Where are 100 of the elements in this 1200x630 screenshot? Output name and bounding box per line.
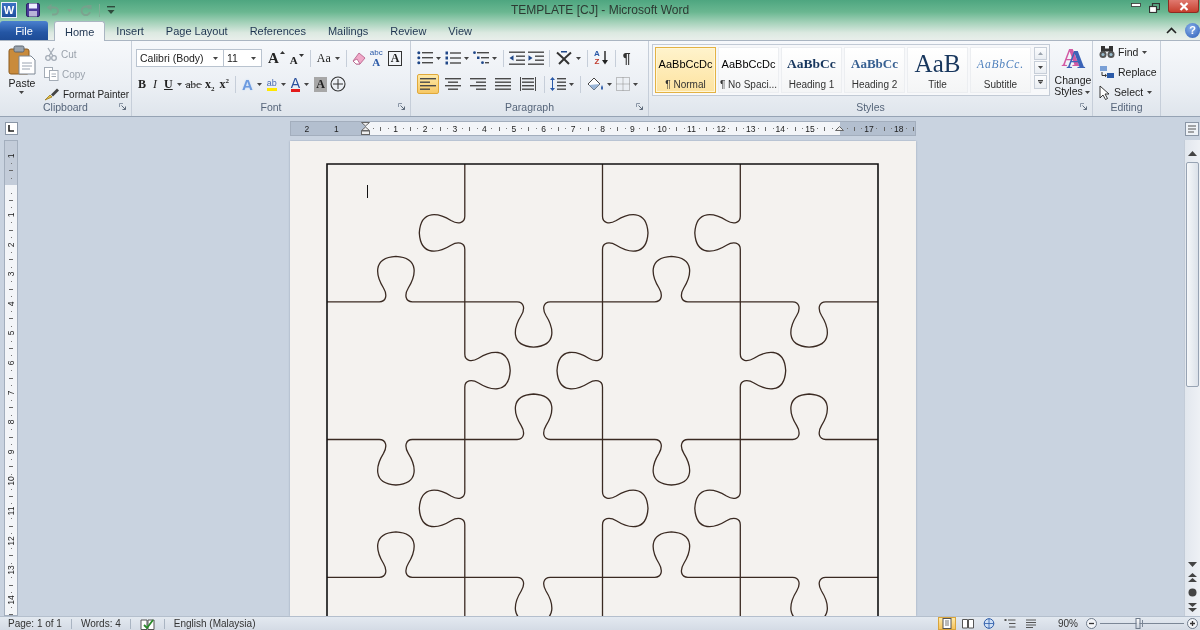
dialog-launcher-icon[interactable] xyxy=(636,103,643,110)
highlight-button[interactable]: ab xyxy=(264,75,279,93)
decrease-indent-icon[interactable] xyxy=(509,51,525,65)
dialog-launcher-icon[interactable] xyxy=(398,103,405,110)
style-item[interactable]: AaBbCc. Subtitle xyxy=(970,47,1031,93)
zoom-out-icon[interactable] xyxy=(1086,618,1097,629)
eraser-icon[interactable] xyxy=(350,50,367,66)
dialog-launcher-icon[interactable] xyxy=(119,103,126,110)
style-item[interactable]: AaBbCc Heading 1 xyxy=(781,47,842,93)
book-check-icon[interactable] xyxy=(139,617,155,630)
replace-button[interactable]: Replace xyxy=(1099,63,1159,81)
caret-down-icon[interactable] xyxy=(176,82,182,86)
paste-button[interactable]: Paste xyxy=(4,43,40,99)
print-layout-icon[interactable] xyxy=(938,617,956,630)
change-case-button[interactable]: Aa xyxy=(314,49,333,67)
ribbon-tab[interactable]: Insert xyxy=(105,21,155,40)
bold-button[interactable]: B xyxy=(136,75,148,93)
dotted-grid-icon[interactable] xyxy=(616,77,630,91)
change-styles-button[interactable]: A Change Styles xyxy=(1052,44,1094,97)
view-ruler-icon[interactable] xyxy=(1185,121,1199,136)
ribbon-tab[interactable]: References xyxy=(238,21,317,40)
distribute-icon[interactable] xyxy=(517,74,539,94)
gallery-down-icon[interactable] xyxy=(1034,61,1047,74)
style-item[interactable]: AaBbCcDc ¶ Normal xyxy=(655,47,716,93)
next-page-icon[interactable] xyxy=(1188,603,1197,612)
select-button[interactable]: Select xyxy=(1099,83,1159,101)
caret-down-icon[interactable] xyxy=(569,82,574,86)
style-item[interactable]: AaB Title xyxy=(907,47,968,93)
style-item[interactable]: AaBbCcDc ¶ No Spaci... xyxy=(718,47,779,93)
caret-down-icon[interactable] xyxy=(464,56,469,60)
font-color-button[interactable]: A xyxy=(288,75,303,93)
numbered-list-icon[interactable] xyxy=(445,51,461,65)
browse-object-icon[interactable] xyxy=(1188,588,1197,597)
caret-down-icon[interactable] xyxy=(280,82,286,86)
indent-marker-icon[interactable] xyxy=(361,122,371,135)
horizontal-ruler[interactable]: 2 1 1 2 3 4 5 6 7 8 9 10 11 12 13 14 15 17 18 xyxy=(290,121,916,136)
zoom-in-icon[interactable] xyxy=(1187,618,1198,629)
format-painter-button[interactable]: Format Painter xyxy=(44,85,132,103)
italic-button[interactable]: I xyxy=(149,75,161,93)
word-count[interactable]: Words: 4 xyxy=(80,618,121,629)
caret-down-icon[interactable] xyxy=(304,82,310,86)
zoom-slider-thumb[interactable] xyxy=(1135,618,1141,629)
open-book-icon[interactable] xyxy=(959,617,977,630)
sort-button[interactable]: A Z xyxy=(592,49,611,67)
character-shading-button[interactable]: A xyxy=(312,75,329,93)
dialog-launcher-icon[interactable] xyxy=(1080,103,1087,110)
grow-font-button[interactable]: A xyxy=(266,49,287,67)
vertical-ruler[interactable]: 1 1 2 3 4 5 6 7 8 9 10 11 12 13 14 xyxy=(4,140,18,616)
zoom-level[interactable]: 90% xyxy=(1058,618,1078,629)
caret-down-icon[interactable] xyxy=(213,56,218,60)
ribbon-tab[interactable]: Home xyxy=(54,21,106,41)
superscript-button[interactable]: x$^{2}$ xyxy=(217,75,231,93)
restore-icon[interactable] xyxy=(1149,3,1160,13)
caret-down-icon[interactable] xyxy=(607,82,612,86)
scroll-down-icon[interactable] xyxy=(1188,562,1197,567)
style-item[interactable]: AaBbCc Heading 2 xyxy=(844,47,905,93)
scrollbar-thumb[interactable] xyxy=(1186,162,1199,387)
tab-stop-icon[interactable] xyxy=(4,122,18,135)
minimize-icon[interactable] xyxy=(1131,3,1141,7)
crossed-lines-icon[interactable] xyxy=(555,51,573,65)
multilevel-list-icon[interactable] xyxy=(473,51,489,65)
save-icon[interactable] xyxy=(26,3,40,17)
find-button[interactable]: Find xyxy=(1099,43,1159,61)
caret-down-icon[interactable] xyxy=(492,56,497,60)
file-tab[interactable]: File xyxy=(0,21,48,40)
scroll-up-icon[interactable] xyxy=(1188,151,1197,156)
paint-bucket-icon[interactable] xyxy=(586,76,604,92)
ribbon-tab[interactable]: Review xyxy=(379,21,438,40)
caret-down-icon[interactable] xyxy=(633,82,638,86)
previous-page-icon[interactable] xyxy=(1188,573,1197,582)
gallery-more-icon[interactable] xyxy=(1034,75,1047,89)
caret-down-icon[interactable] xyxy=(334,56,340,60)
shrink-font-button[interactable]: A xyxy=(287,49,306,67)
line-spacing-icon[interactable] xyxy=(550,77,566,91)
ribbon-tab[interactable]: Page Layout xyxy=(154,21,239,40)
character-border-button[interactable]: A xyxy=(385,49,405,67)
ribbon-tab[interactable]: View xyxy=(437,21,483,40)
font-size-field[interactable]: 11 xyxy=(223,49,262,67)
increase-indent-icon[interactable] xyxy=(528,51,544,65)
circled-cross-icon[interactable] xyxy=(329,76,346,92)
right-indent-marker-icon[interactable] xyxy=(835,126,844,131)
app-logo[interactable]: W xyxy=(1,2,17,18)
chevron-up-icon[interactable] xyxy=(1166,26,1177,34)
phonetic-guide-button[interactable]: abc A xyxy=(367,49,385,67)
caret-down-icon[interactable] xyxy=(251,56,256,60)
underline-button[interactable]: U xyxy=(162,75,175,93)
customize-menu-icon[interactable] xyxy=(107,5,115,15)
language-indicator[interactable]: English (Malaysia) xyxy=(173,618,256,629)
font-name-field[interactable]: Calibri (Body) xyxy=(136,49,224,67)
vertical-scrollbar[interactable] xyxy=(1184,140,1200,616)
caret-down-icon[interactable] xyxy=(436,56,441,60)
document-page[interactable] xyxy=(290,141,916,616)
subscript-button[interactable]: x$_{2}$ xyxy=(202,75,217,93)
ribbon-tab[interactable]: Mailings xyxy=(316,21,380,40)
page-count[interactable]: Page: 1 of 1 xyxy=(8,618,62,629)
caret-down-icon[interactable] xyxy=(576,56,581,60)
caret-down-icon[interactable] xyxy=(256,82,262,86)
close-button[interactable] xyxy=(1168,0,1199,13)
align-left-icon[interactable] xyxy=(417,74,439,94)
show-formatting-button[interactable]: ¶ xyxy=(619,50,634,66)
